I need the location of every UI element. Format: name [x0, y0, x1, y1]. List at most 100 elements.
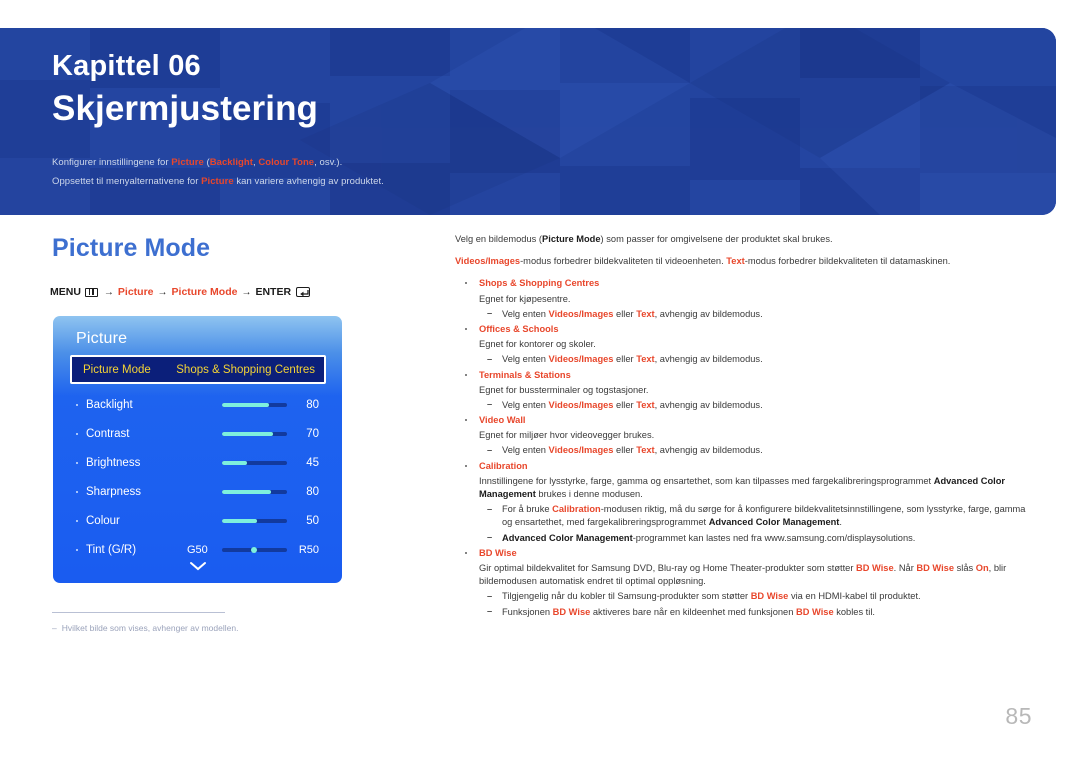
header-note-line-1: Konfigurer innstillingene for Picture (B… [52, 157, 342, 168]
enter-label: ENTER [255, 286, 292, 298]
osd-row-backlight[interactable]: Backlight 80 [70, 390, 326, 419]
bdw-term-on: On [975, 562, 989, 573]
bullet-sub: Velg enten Videos/Images eller Text, avh… [455, 353, 1033, 366]
sub-a: Velg enten [502, 308, 549, 319]
osd-backlight-label: Backlight [86, 398, 133, 411]
osd-brightness-value: 45 [306, 456, 319, 469]
bullet-desc: Gir optimal bildekvalitet for Samsung DV… [455, 562, 1033, 588]
bdw-s2-term-1: BD Wise [552, 606, 591, 617]
bullet-sub: Velg enten Videos/Images eller Text, avh… [455, 444, 1033, 457]
body-content-column: Velg en bildemodus (Picture Mode) som pa… [455, 233, 1033, 621]
sub-e: , avhengig av bildemodus. [654, 399, 763, 410]
bullet-sub: For å bruke Calibration-modusen riktig, … [455, 503, 1033, 529]
footnote-text: Hvilket bilde som vises, avhenger av mod… [61, 623, 239, 633]
intro-2-d: -modus forbedrer bildekvaliteten til dat… [744, 256, 951, 267]
osd-tint-slider[interactable] [222, 546, 287, 553]
bullet-sub: Velg enten Videos/Images eller Text, avh… [455, 398, 1033, 412]
bullet-calibration: Calibration Innstillingene for lysstyrke… [455, 460, 1033, 545]
bullet-sub: Velg enten Videos/Images eller Text, avh… [455, 307, 1033, 321]
osd-brightness-slider[interactable] [222, 460, 287, 465]
chevron-down-icon[interactable] [53, 558, 342, 576]
bdw-term-1: BD Wise [856, 562, 894, 573]
bullet-sub: Funksjonen BD Wise aktiveres bare når en… [455, 605, 1033, 619]
calib-s1-a: For å bruke [502, 504, 553, 515]
note2-pre: Oppsettet til menyalternativene for [52, 176, 202, 187]
intro-2-term-text: Text [726, 256, 745, 267]
bullet-head: Shops & Shopping Centres [455, 277, 1033, 290]
sub-c: eller [613, 399, 637, 410]
osd-row-contrast[interactable]: Contrast 70 [70, 419, 326, 448]
note2-post: kan variere avhengig av produktet. [233, 176, 384, 187]
menu-path-item-picture[interactable]: Picture [118, 286, 154, 298]
page-title: Picture Mode [52, 234, 211, 262]
bullet-dot-icon [76, 403, 78, 406]
bdw-a: Gir optimal bildekvalitet for Samsung DV… [479, 562, 857, 573]
intro-1-c: ) som passer for omgivelsene der produkt… [600, 234, 833, 244]
osd-picture-menu-panel: Picture Picture Mode Shops & Shopping Ce… [53, 316, 342, 583]
sub-term-videos: Videos/Images [548, 354, 614, 365]
osd-colour-value: 50 [306, 514, 319, 527]
osd-contrast-label: Contrast [86, 427, 130, 440]
bdw-e: slås [954, 562, 976, 573]
osd-picture-mode-value: Shops & Shopping Centres [176, 363, 315, 376]
note1-term-picture: Picture [171, 157, 204, 168]
bdw-s2-e: kobles til. [833, 606, 875, 617]
intro-1-term: Picture Mode [542, 234, 601, 244]
bullet-desc: Egnet for miljøer hvor videovegger bruke… [479, 430, 655, 441]
osd-row-picture-mode-selected[interactable]: Picture Mode Shops & Shopping Centres [70, 355, 326, 384]
osd-panel-title: Picture [76, 330, 128, 347]
osd-colour-slider[interactable] [222, 518, 287, 523]
bullet-head: BD Wise [455, 547, 1033, 560]
bdw-c: . Når [893, 562, 917, 573]
bdw-s2-c: aktiveres bare når en kildeenhet med fun… [590, 606, 796, 617]
osd-colour-label: Colour [86, 514, 120, 527]
bullet-desc: Egnet for kontorer og skoler. [479, 339, 596, 350]
page-number: 85 [1005, 703, 1032, 729]
osd-sharpness-label: Sharpness [86, 485, 141, 498]
bullet-head: Offices & Schools [455, 323, 1033, 336]
note1-post: , osv.). [314, 157, 343, 168]
sub-term-videos: Videos/Images [548, 445, 614, 456]
sub-a: Velg enten [502, 354, 549, 365]
menu-path-item-picture-mode[interactable]: Picture Mode [172, 286, 238, 298]
osd-brightness-label: Brightness [86, 456, 141, 469]
osd-row-brightness[interactable]: Brightness 45 [70, 448, 326, 477]
enter-icon [296, 287, 311, 297]
osd-sharpness-slider[interactable] [222, 489, 287, 494]
arrow-icon-1: → [103, 286, 114, 298]
note2-term-picture: Picture [201, 176, 234, 187]
arrow-icon-2: → [157, 286, 168, 298]
sub-c: eller [613, 354, 637, 365]
bdw-s1-term: BD Wise [750, 591, 789, 602]
bullet-video-wall: Video Wall Egnet for miljøer hvor videov… [455, 414, 1033, 458]
bdw-s2-term-2: BD Wise [796, 606, 834, 617]
note1-term-backlight: Backlight [209, 157, 253, 168]
calib-s1-term: Calibration [552, 504, 601, 515]
sub-e: , avhengig av bildemodus. [654, 445, 763, 456]
note1-term-colour-tone: Colour Tone [258, 157, 315, 168]
osd-backlight-slider[interactable] [222, 402, 287, 407]
bdw-term-2: BD Wise [916, 562, 955, 573]
sub-term-text: Text [636, 354, 655, 365]
osd-contrast-value: 70 [306, 427, 319, 440]
menu-path-breadcrumb: MENU → Picture → Picture Mode → ENTER [50, 286, 311, 298]
sub-e: , avhengig av bildemodus. [654, 308, 763, 319]
bullet-dot-icon [76, 461, 78, 464]
osd-contrast-slider[interactable] [222, 431, 287, 436]
calib-s1-e: . [839, 517, 842, 528]
calib-c: brukes i denne modusen. [535, 489, 643, 499]
chapter-label: Kapittel 06 [52, 50, 201, 82]
sub-term-text: Text [636, 308, 655, 319]
calib-s2-b: -programmet kan lastes ned fra www.samsu… [632, 532, 916, 543]
intro-2-term-videos: Videos/Images [455, 256, 521, 267]
note1-pre: Konfigurer innstillingene for [52, 157, 172, 168]
sub-a: Velg enten [502, 399, 549, 410]
sub-c: eller [613, 308, 637, 319]
menu-icon [84, 287, 98, 297]
bullet-dot-icon [76, 519, 78, 522]
osd-row-sharpness[interactable]: Sharpness 80 [70, 477, 326, 506]
bullet-desc: Egnet for kjøpesentre. [479, 293, 571, 304]
osd-row-colour[interactable]: Colour 50 [70, 506, 326, 535]
osd-picture-mode-label: Picture Mode [83, 363, 151, 376]
intro-2-b: -modus forbedrer bildekvaliteten til vid… [520, 256, 727, 267]
